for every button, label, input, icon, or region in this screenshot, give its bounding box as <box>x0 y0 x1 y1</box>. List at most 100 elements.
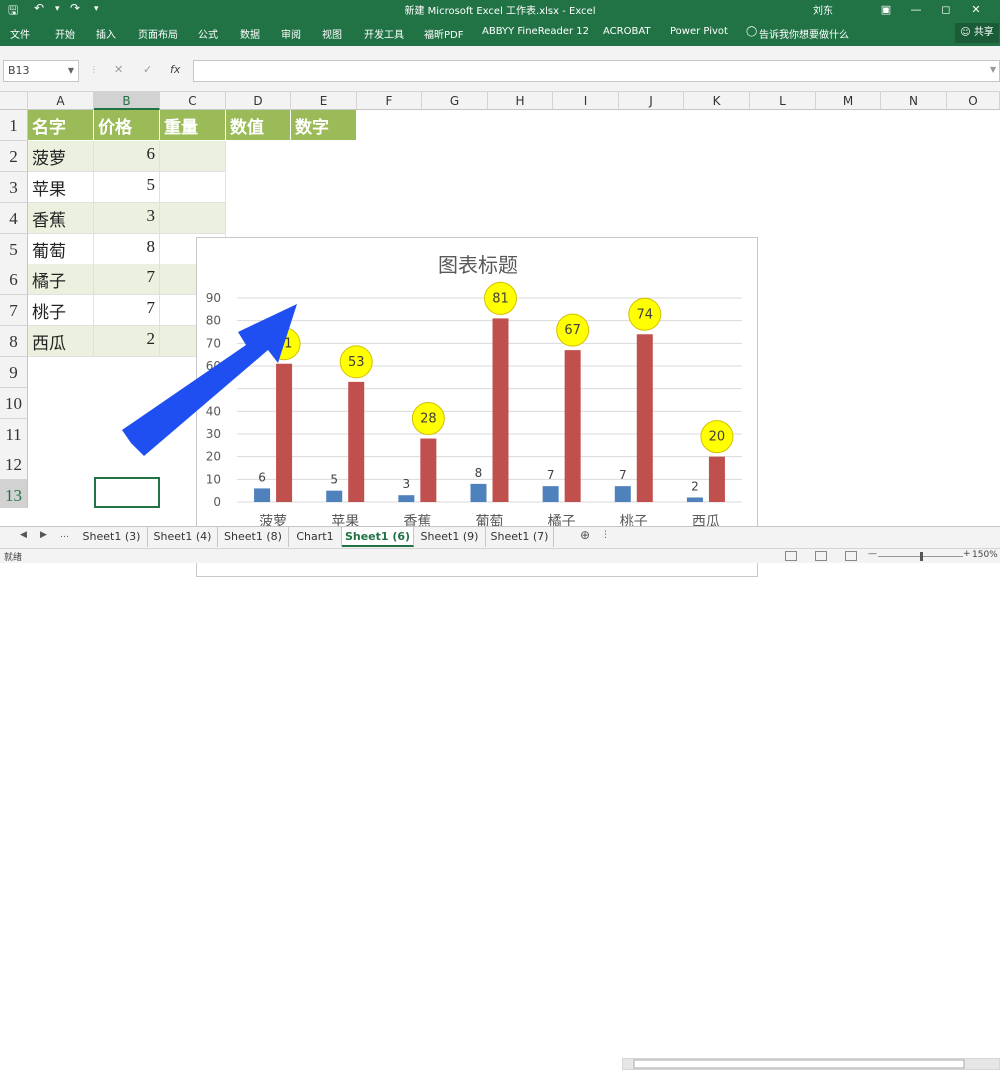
tab-formulas[interactable]: 公式 <box>198 26 218 41</box>
formula-input[interactable] <box>193 60 1000 82</box>
cell-a2[interactable]: 菠萝 <box>28 141 94 172</box>
chevron-down-icon[interactable]: ▼ <box>68 61 74 81</box>
row-header-1[interactable]: 1 <box>0 110 28 141</box>
zoom-slider-thumb[interactable] <box>920 552 923 561</box>
sheet-tab-0[interactable]: Sheet1 (3) <box>76 527 148 547</box>
cell-b7[interactable]: 7 <box>94 295 160 326</box>
row-header-11[interactable]: 11 <box>0 419 28 450</box>
cell-a8[interactable]: 西瓜 <box>28 326 94 357</box>
tab-file[interactable]: 文件 <box>10 26 30 41</box>
cell-b4[interactable]: 3 <box>94 203 160 234</box>
row-header-12[interactable]: 12 <box>0 449 28 480</box>
minimize-icon[interactable]: — <box>902 0 930 20</box>
tab-developer[interactable]: 开发工具 <box>364 26 404 41</box>
sheet-tab-6[interactable]: Sheet1 (7) <box>486 527 554 547</box>
active-cell-b13[interactable] <box>94 477 160 508</box>
sheet-tab-1[interactable]: Sheet1 (4) <box>148 527 218 547</box>
sheet-tab-2[interactable]: Sheet1 (8) <box>218 527 289 547</box>
horizontal-scrollbar[interactable] <box>622 1058 1000 1070</box>
tab-page-layout[interactable]: 页面布局 <box>138 26 178 41</box>
header-cell-a1[interactable]: 名字 <box>28 110 94 141</box>
column-header-e[interactable]: E <box>291 92 357 110</box>
worksheet-grid[interactable]: ABCDEFGHIJKLMNO 1 2 3 4 5 6 7 8 9 10 11 12 13 名字 价格 重量… <box>0 92 1000 577</box>
tab-abbyy[interactable]: ABBYY FineReader 12 <box>482 26 589 37</box>
column-header-h[interactable]: H <box>488 92 553 110</box>
row-header-2[interactable]: 2 <box>0 141 28 172</box>
cancel-icon[interactable]: ✕ <box>114 63 123 76</box>
cell-c2[interactable] <box>160 141 226 172</box>
header-cell-b1[interactable]: 价格 <box>94 110 160 141</box>
cell-c3[interactable] <box>160 172 226 203</box>
row-header-13[interactable]: 13 <box>0 480 28 508</box>
more-sheets-icon[interactable]: … <box>60 530 69 540</box>
zoom-slider[interactable] <box>878 552 963 561</box>
sheet-tab-3[interactable]: Chart1 <box>289 527 342 547</box>
close-icon[interactable]: ✕ <box>962 0 990 20</box>
sheet-tab-4[interactable]: Sheet1 (6) <box>342 527 414 547</box>
normal-view-icon[interactable] <box>785 551 797 561</box>
select-all-corner[interactable] <box>0 92 28 110</box>
tab-acrobat[interactable]: ACROBAT <box>603 26 651 37</box>
column-header-j[interactable]: J <box>619 92 684 110</box>
sheet-tab-5[interactable]: Sheet1 (9) <box>414 527 486 547</box>
scroll-right-icon[interactable]: ▶ <box>40 530 47 540</box>
cell-c4[interactable] <box>160 203 226 234</box>
column-header-f[interactable]: F <box>357 92 422 110</box>
tab-split-icon[interactable]: ⋮ <box>601 530 610 540</box>
cell-b6[interactable]: 7 <box>94 264 160 295</box>
header-cell-d1[interactable]: 数值 <box>226 110 291 141</box>
add-sheet-icon[interactable]: ⊕ <box>580 528 590 542</box>
cell-b2[interactable]: 6 <box>94 141 160 172</box>
page-break-view-icon[interactable] <box>845 551 857 561</box>
row-header-9[interactable]: 9 <box>0 357 28 388</box>
tab-home[interactable]: 开始 <box>55 26 75 41</box>
cell-a5[interactable]: 葡萄 <box>28 234 94 265</box>
tab-review[interactable]: 审阅 <box>281 26 301 41</box>
column-header-k[interactable]: K <box>684 92 750 110</box>
cell-b3[interactable]: 5 <box>94 172 160 203</box>
cell-b8[interactable]: 2 <box>94 326 160 357</box>
column-header-b[interactable]: B <box>94 92 160 110</box>
column-header-c[interactable]: C <box>160 92 226 110</box>
zoom-level[interactable]: 150% <box>972 550 998 560</box>
cell-a6[interactable]: 橘子 <box>28 264 94 295</box>
tab-data[interactable]: 数据 <box>240 26 260 41</box>
row-header-3[interactable]: 3 <box>0 172 28 203</box>
expand-formula-icon[interactable]: ▼ <box>990 65 996 74</box>
row-header-8[interactable]: 8 <box>0 326 28 357</box>
insert-function-icon[interactable]: fx <box>170 63 180 76</box>
column-header-n[interactable]: N <box>881 92 947 110</box>
header-cell-c1[interactable]: 重量 <box>160 110 226 141</box>
scroll-left-icon[interactable]: ◀ <box>20 530 27 540</box>
user-name[interactable]: 刘东 <box>813 2 833 17</box>
row-header-5[interactable]: 5 <box>0 234 28 265</box>
row-header-6[interactable]: 6 <box>0 264 28 295</box>
column-header-m[interactable]: M <box>816 92 881 110</box>
zoom-out-icon[interactable]: — <box>868 549 877 559</box>
page-layout-view-icon[interactable] <box>815 551 827 561</box>
tab-foxit-pdf[interactable]: 福昕PDF <box>424 26 463 41</box>
row-header-7[interactable]: 7 <box>0 295 28 326</box>
maximize-icon[interactable]: ◻ <box>932 0 960 20</box>
cell-a7[interactable]: 桃子 <box>28 295 94 326</box>
check-icon[interactable]: ✓ <box>143 63 152 76</box>
name-box[interactable]: B13 ▼ <box>3 60 79 82</box>
tab-power-pivot[interactable]: Power Pivot <box>670 26 728 37</box>
scroll-thumb[interactable] <box>633 1059 965 1069</box>
header-cell-e1[interactable]: 数字 <box>291 110 357 141</box>
cell-a3[interactable]: 苹果 <box>28 172 94 203</box>
column-header-a[interactable]: A <box>28 92 94 110</box>
ribbon-display-icon[interactable]: ▣ <box>872 0 900 20</box>
zoom-in-icon[interactable]: + <box>963 549 971 559</box>
column-header-d[interactable]: D <box>226 92 291 110</box>
column-header-i[interactable]: I <box>553 92 619 110</box>
tab-view[interactable]: 视图 <box>322 26 342 41</box>
column-header-o[interactable]: O <box>947 92 1000 110</box>
row-header-10[interactable]: 10 <box>0 388 28 419</box>
cell-b5[interactable]: 8 <box>94 234 160 265</box>
cell-a4[interactable]: 香蕉 <box>28 203 94 234</box>
share-button[interactable]: ☺ 共享 <box>955 23 999 43</box>
column-header-l[interactable]: L <box>750 92 816 110</box>
row-header-4[interactable]: 4 <box>0 203 28 234</box>
tell-me-search[interactable]: 告诉我你想要做什么 <box>759 26 849 41</box>
